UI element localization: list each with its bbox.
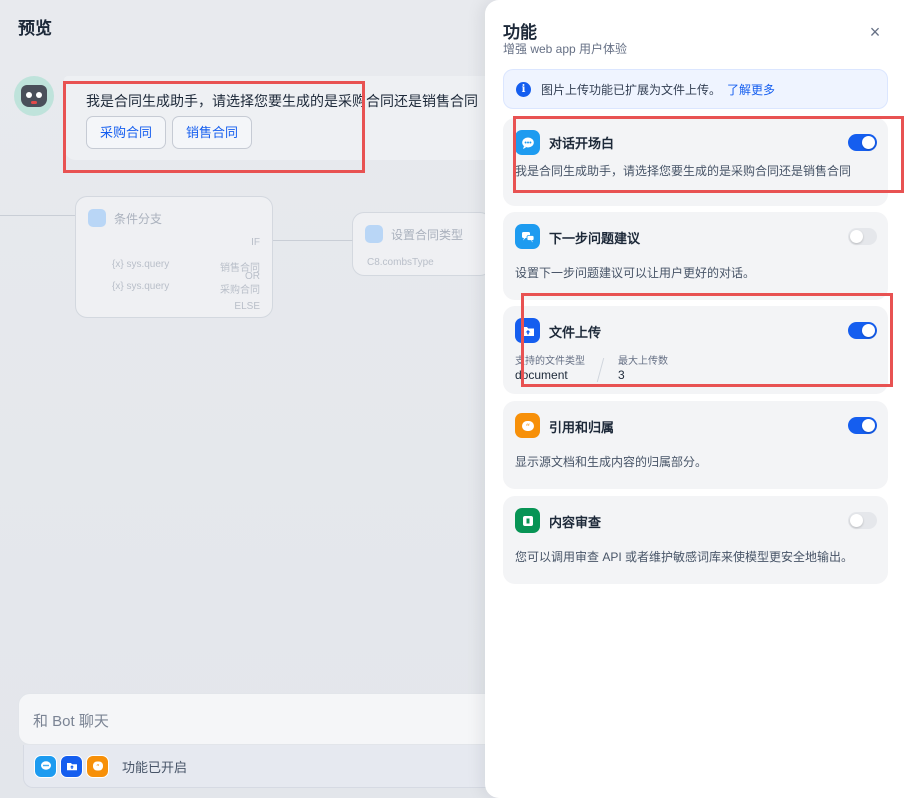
feature-card-citation: “ 引用和归属 显示源文档和生成内容的归属部分。 <box>503 401 888 489</box>
feature-title: 引用和归属 <box>549 420 615 435</box>
feature-desc: 设置下一步问题建议可以让用户更好的对话。 <box>515 266 756 280</box>
assign-icon <box>365 225 383 243</box>
suggestions-toggle[interactable] <box>848 228 877 245</box>
info-text: 图片上传功能已扩展为文件上传。 <box>541 82 722 97</box>
features-enabled-label: 功能已开启 <box>122 759 188 775</box>
feature-card-moderation: 内容审查 您可以调用审查 API 或者维护敏感词库来使模型更安全地输出。 <box>503 496 888 584</box>
shield-check-icon <box>515 508 540 533</box>
chat-input[interactable]: 和 Bot 聊天 <box>18 693 498 745</box>
file-upload-toggle[interactable] <box>848 322 877 339</box>
bot-avatar <box>14 76 54 116</box>
feature-desc: 您可以调用审查 API 或者维护敏感词库来使模型更安全地输出。 <box>515 550 854 564</box>
node-else-label: ELSE <box>234 301 260 312</box>
workflow-node-condition: 条件分支 IF {x} sys.query 销售合同 OR {x} sys.qu… <box>75 196 273 318</box>
quote-icon: “ <box>86 754 109 778</box>
moderation-toggle[interactable] <box>848 512 877 529</box>
branch-icon <box>88 209 106 227</box>
info-icon: i <box>516 81 531 97</box>
node-value: 采购合同 <box>220 285 260 296</box>
close-button[interactable]: × <box>863 20 887 44</box>
chat-bubbles-icon <box>515 224 540 249</box>
quote-icon: “ <box>515 413 540 438</box>
svg-text:“: “ <box>96 763 100 771</box>
opening-toggle[interactable] <box>848 134 877 151</box>
bot-message-text: 我是合同生成助手，请选择您要生成的是采购合同还是销售合同 <box>86 93 478 109</box>
feature-title: 内容审查 <box>549 515 602 530</box>
node-var: {x} sys.query <box>112 281 170 292</box>
node-if-label: IF <box>251 237 260 248</box>
info-banner: i 图片上传功能已扩展为文件上传。 了解更多 <box>503 69 888 109</box>
node-title: 条件分支 <box>114 211 163 226</box>
folder-upload-icon <box>515 318 540 343</box>
chat-bubble-icon <box>515 130 540 155</box>
chat-bubble-icon <box>34 754 57 778</box>
panel-subtitle: 增强 web app 用户体验 <box>503 42 628 56</box>
workflow-node-assign: 设置合同类型 C8.combsType <box>352 212 492 276</box>
max-upload-value: 3 <box>618 368 625 382</box>
max-upload-label: 最大上传数 <box>618 356 668 367</box>
feature-card-file-upload: 文件上传 支持的文件类型 document 最大上传数 3 <box>503 306 888 394</box>
file-type-value: document <box>515 368 568 382</box>
preview-title: 预览 <box>18 19 52 38</box>
feature-desc: 显示源文档和生成内容的归属部分。 <box>515 455 708 469</box>
feature-desc: 我是合同生成助手，请选择您要生成的是采购合同还是销售合同 <box>515 164 852 178</box>
workflow-edge <box>0 215 75 216</box>
feature-card-opening: 对话开场白 我是合同生成助手，请选择您要生成的是采购合同还是销售合同 <box>503 118 888 206</box>
file-type-label: 支持的文件类型 <box>515 356 585 367</box>
option-button-sales[interactable]: 销售合同 <box>172 116 253 149</box>
feature-card-suggestions: 下一步问题建议 设置下一步问题建议可以让用户更好的对话。 <box>503 212 888 300</box>
node-title: 设置合同类型 <box>391 227 464 242</box>
learn-more-link[interactable]: 了解更多 <box>727 81 775 98</box>
node-var: {x} sys.query <box>112 259 170 270</box>
features-panel: 功能 增强 web app 用户体验 × i 图片上传功能已扩展为文件上传。 了… <box>485 0 905 798</box>
feature-title: 文件上传 <box>549 325 602 340</box>
citation-toggle[interactable] <box>848 417 877 434</box>
feature-title: 对话开场白 <box>549 136 615 151</box>
folder-upload-icon <box>60 754 83 778</box>
bot-message-bubble: 我是合同生成助手，请选择您要生成的是采购合同还是销售合同 采购合同 销售合同 <box>64 76 504 160</box>
node-value: C8.combsType <box>367 257 434 268</box>
svg-text:“: “ <box>525 423 530 433</box>
meta-divider <box>596 358 605 382</box>
option-button-purchase[interactable]: 采购合同 <box>86 116 167 149</box>
feature-title: 下一步问题建议 <box>549 231 641 246</box>
robot-icon <box>21 85 47 107</box>
workflow-edge <box>273 240 353 241</box>
close-icon: × <box>869 22 881 42</box>
enabled-features-strip: “ 功能已开启 <box>23 745 503 788</box>
